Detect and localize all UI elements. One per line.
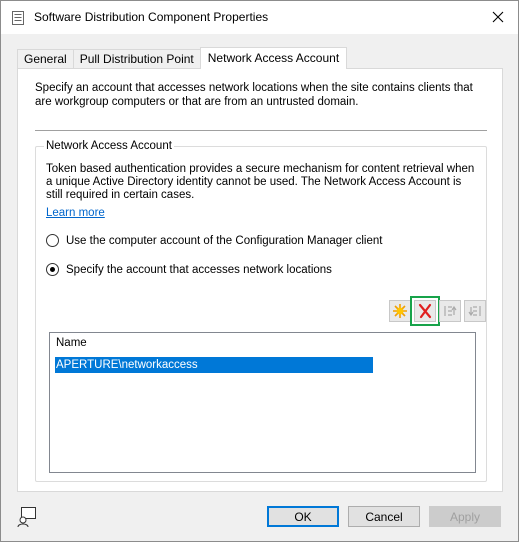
- red-x-delete-icon: [418, 303, 432, 319]
- radio-button-checked[interactable]: [46, 263, 59, 276]
- radio-button[interactable]: [46, 234, 59, 247]
- ok-button[interactable]: OK: [267, 506, 339, 527]
- new-account-button[interactable]: [389, 300, 411, 322]
- group-legend: Network Access Account: [44, 140, 174, 152]
- list-item[interactable]: APERTURE\networkaccess: [55, 357, 373, 373]
- help-feedback-icon[interactable]: [16, 506, 38, 528]
- properties-sheet-icon: [11, 11, 25, 25]
- column-header-name[interactable]: Name: [56, 337, 87, 349]
- intro-text: Specify an account that accesses network…: [35, 82, 473, 108]
- move-up-button[interactable]: [439, 300, 461, 322]
- learn-more-link[interactable]: Learn more: [46, 207, 105, 219]
- network-access-account-group: Token based authentication provides a se…: [35, 146, 487, 482]
- tab-panel: Specify an account that accesses network…: [17, 68, 503, 492]
- title-bar: Software Distribution Component Properti…: [1, 1, 518, 34]
- account-toolbar: [389, 296, 489, 326]
- list-header: Name: [50, 333, 475, 355]
- tab-pull-distribution-point[interactable]: Pull Distribution Point: [72, 49, 201, 69]
- radio-label: Specify the account that accesses networ…: [66, 263, 332, 276]
- cancel-button[interactable]: Cancel: [348, 506, 420, 527]
- radio-use-computer-account[interactable]: Use the computer account of the Configur…: [46, 234, 382, 247]
- star-new-icon: [393, 304, 407, 318]
- delete-account-button[interactable]: [410, 296, 440, 326]
- apply-button[interactable]: Apply: [429, 506, 501, 527]
- account-list[interactable]: Name APERTURE\networkaccess: [49, 332, 476, 473]
- move-up-icon: [444, 305, 457, 316]
- close-icon: [492, 11, 504, 23]
- group-description: Token based authentication provides a se…: [46, 163, 475, 201]
- close-button[interactable]: [484, 5, 512, 29]
- radio-specify-account[interactable]: Specify the account that accesses networ…: [46, 263, 332, 276]
- tab-network-access-account[interactable]: Network Access Account: [199, 47, 348, 69]
- tab-strip: General Pull Distribution Point Network …: [17, 47, 348, 69]
- move-down-button[interactable]: [464, 300, 486, 322]
- separator: [35, 130, 487, 131]
- tab-general[interactable]: General: [17, 49, 74, 69]
- properties-dialog: Software Distribution Component Properti…: [0, 0, 519, 542]
- radio-label: Use the computer account of the Configur…: [66, 234, 383, 247]
- window-title: Software Distribution Component Properti…: [34, 10, 269, 24]
- move-down-icon: [468, 306, 481, 317]
